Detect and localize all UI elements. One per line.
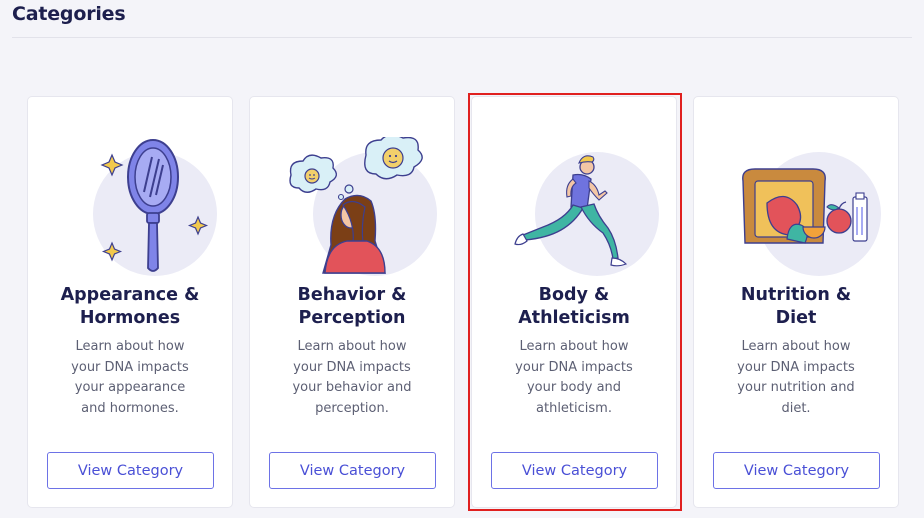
card-title: Behavior & Perception	[297, 285, 407, 328]
thinking-person-icon	[289, 137, 437, 276]
view-category-button-nutrition[interactable]: View Category	[713, 452, 880, 489]
category-card-appearance: Appearance & Hormones Learn about how yo…	[27, 96, 233, 508]
hand-mirror-icon	[93, 139, 217, 276]
card-description: Learn about how your DNA impacts your ap…	[71, 339, 189, 416]
card-title: Appearance & Hormones	[60, 285, 200, 328]
category-card-body: Body & Athleticism Learn about how your …	[471, 96, 677, 508]
card-description: Learn about how your DNA impacts your be…	[292, 339, 412, 416]
view-category-button-appearance[interactable]: View Category	[47, 452, 214, 489]
card-title: Body & Athleticism	[518, 285, 630, 328]
card-description: Learn about how your DNA impacts your bo…	[515, 339, 633, 416]
card-title: Nutrition & Diet	[740, 285, 852, 328]
view-category-button-body[interactable]: View Category	[491, 452, 658, 489]
runner-icon	[514, 152, 659, 276]
category-card-behavior: Behavior & Perception Learn about how yo…	[249, 96, 455, 508]
page-title: Categories	[12, 3, 126, 25]
card-description: Learn about how your DNA impacts your nu…	[737, 339, 855, 416]
category-card-nutrition: Nutrition & Diet Learn about how your DN…	[693, 96, 899, 508]
divider	[12, 37, 912, 38]
view-category-button-behavior[interactable]: View Category	[269, 452, 436, 489]
food-icon	[742, 152, 881, 276]
